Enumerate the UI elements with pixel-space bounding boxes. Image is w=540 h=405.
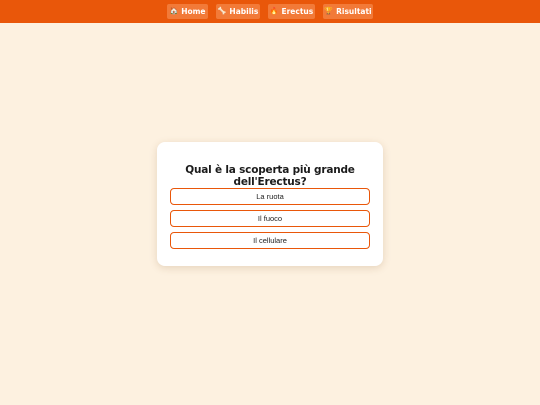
quiz-question: Qual è la scoperta più grande dell'Erect… [185,164,355,188]
quiz-card: Qual è la scoperta più grande dell'Erect… [157,142,383,266]
nav-habilis-label: Habilis [229,7,259,16]
nav-risultati-button[interactable]: 🏆 Risultati [323,4,373,19]
home-icon: 🏠 [169,7,179,15]
fire-icon: 🔥 [269,7,279,15]
top-navigation-bar: 🏠 Home 🦴 Habilis 🔥 Erectus 🏆 Risultati [0,0,540,23]
nav-erectus-button[interactable]: 🔥 Erectus [268,4,315,19]
bone-icon: 🦴 [217,7,227,15]
trophy-icon: 🏆 [324,7,334,15]
answer-option-cellulare[interactable]: Il cellulare [170,232,370,249]
nav-erectus-label: Erectus [281,7,314,16]
nav-home-label: Home [181,7,206,16]
nav-habilis-button[interactable]: 🦴 Habilis [216,4,260,19]
nav-home-button[interactable]: 🏠 Home [167,4,208,19]
answer-option-fuoco[interactable]: Il fuoco [170,210,370,227]
nav-risultati-label: Risultati [336,7,372,16]
answer-option-ruota[interactable]: La ruota [170,188,370,205]
